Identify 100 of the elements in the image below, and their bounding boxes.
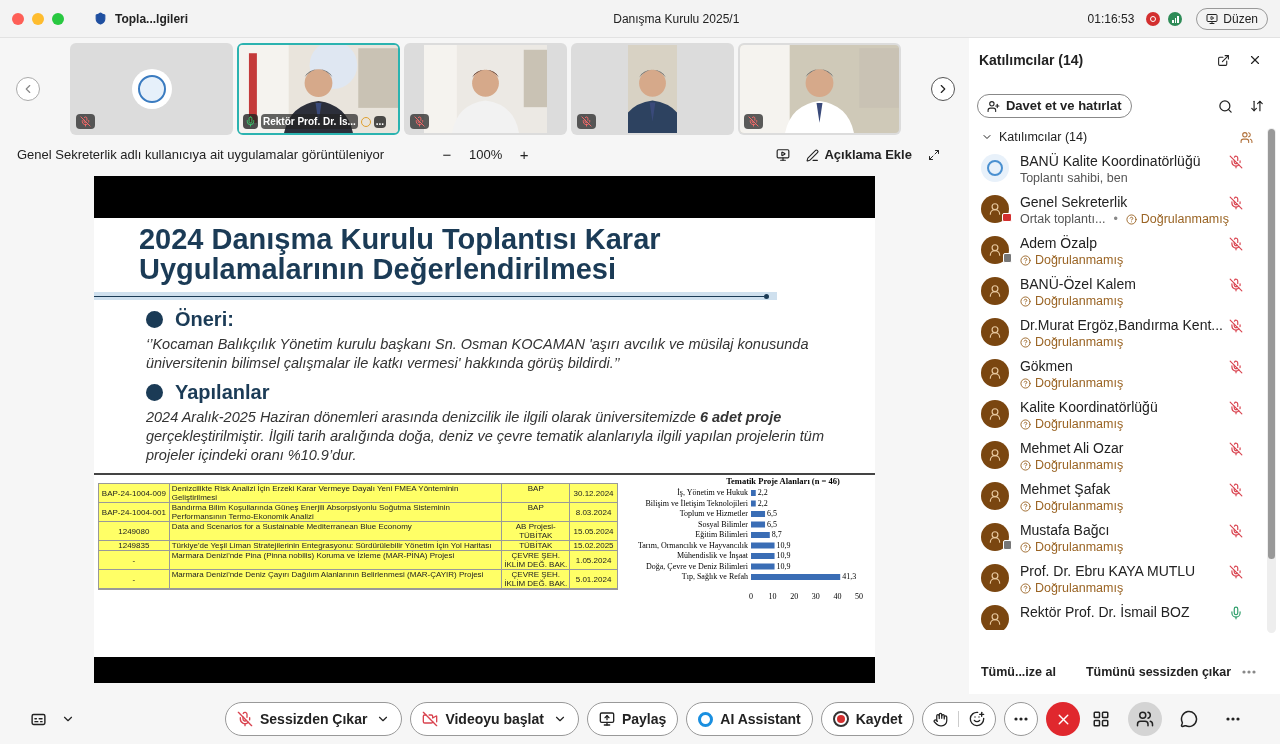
avatar [980, 605, 1009, 630]
table-cell: ÇEVRE ŞEH. İKLİM DEĞ. BAK. [501, 570, 570, 588]
category-label: Bilişim ve İletişim Teknolojileri [645, 498, 748, 508]
logo-icon [131, 69, 172, 109]
video-tile[interactable] [571, 43, 734, 135]
table-cell: ÇEVRE ŞEH. İKLİM DEĞ. BAK. [501, 551, 570, 569]
unmute-all-button[interactable]: Tümünü sessizden çıkar [1085, 662, 1232, 682]
mute-all-button[interactable]: Tümü...ize al [980, 662, 1056, 682]
category-label: Mühendislik ve İnşaat [676, 551, 748, 560]
table-cell-text: 1249835 [117, 541, 151, 550]
avatar [980, 400, 1009, 428]
more-icon [1014, 717, 1029, 721]
status-text: Doğrulanmamış [1034, 416, 1124, 433]
table-cell-text: BAP-24-1004-009 [100, 487, 167, 500]
value-label: 2,2 [757, 488, 768, 497]
help-icon [1019, 419, 1031, 430]
status-text: Doğrulanmamış [1034, 539, 1124, 556]
help-icon [1019, 501, 1031, 512]
help-icon [1019, 460, 1031, 471]
status-text: Doğrulanmamış [1034, 293, 1124, 310]
avatar [980, 318, 1009, 346]
bar [750, 511, 765, 517]
bar [750, 521, 765, 528]
pen-icon [806, 148, 820, 162]
avatar [980, 482, 1009, 510]
video-tile[interactable]: Rektör Prof. Dr. İs... ... [237, 43, 400, 135]
tick-label: 0 [748, 592, 753, 601]
toolbar-button[interactable]: Videoyu başlat [410, 702, 579, 736]
search-icon[interactable] [1218, 98, 1233, 114]
users-icon[interactable] [1240, 130, 1253, 144]
status-text: Doğrulanmamış [1034, 498, 1124, 515]
sort-icon[interactable] [1250, 99, 1264, 113]
tick-label: 20 [790, 592, 799, 601]
table-cell-text: - [131, 554, 137, 567]
panel-title: Katılımcılar (14) [978, 50, 1085, 70]
table-cell: 8.03.2024 [569, 503, 617, 521]
slide-title: 2024 Danışma Kurulu Toplantısı Karar Uygulamalarının Değerlendirilmesi [137, 222, 662, 284]
value-label: 10,9 [776, 540, 791, 550]
remote-control-icon[interactable] [776, 148, 791, 162]
avatar [980, 564, 1009, 592]
add-user-icon [986, 99, 1000, 113]
pop-out-icon[interactable] [1217, 53, 1230, 67]
table-cell: Türkiye'de Yeşil Liman Stratejilerinin Entegrasyonu: Sürdürülebilir Yönetim İçin Yol Haritası [168, 541, 502, 550]
help-icon [1125, 214, 1137, 225]
avatar [980, 523, 1009, 551]
avatar [980, 236, 1009, 264]
participant-note: Ortak toplantı... [1019, 211, 1106, 228]
table-cell-text: - [131, 573, 137, 586]
participant-name: BANÜ-Özel Kalem [1019, 275, 1137, 293]
status-text: Doğrulanmamış [1034, 334, 1124, 351]
reactions-button[interactable] [922, 702, 997, 736]
zoom-out-button[interactable]: − [437, 143, 457, 167]
next-button[interactable] [931, 77, 955, 101]
section-text: 2024 Aralık-2025 Haziran dönemleri arasında denizcilik ile ilgili olarak üniversitemizde 6 adet proje gerçekleştirilmiştir. İlgili tarih aralığında doğa, deniz ve çevre tematik alanlarıyla ilgili yapılan projelerin tüm projeler içindeki oranı %10.9’dur. [145, 408, 825, 465]
value-label: 8,7 [771, 530, 782, 539]
participant-name: Rektör Prof. Dr. İsmail BOZ [1019, 603, 1191, 621]
fullscreen-icon[interactable] [927, 149, 940, 161]
table-cell: Marmara Denizi'nde Pina (Pinna nobilis) Koruma ve İzleme (MAR-PİNA) Projesi [168, 551, 502, 569]
table-cell: BAP [501, 503, 570, 521]
help-icon [1019, 337, 1031, 348]
close-window-button[interactable] [12, 12, 24, 25]
avatar [980, 154, 1009, 182]
video-tile[interactable] [404, 43, 567, 135]
table-cell-text: BAP-24-1004-001 [100, 506, 167, 519]
chart-title: Tematik Proje Alanları (n = 46) [726, 476, 840, 486]
value-label: 10,9 [776, 551, 791, 560]
avatar [980, 359, 1009, 387]
category-label: Tıp, Sağlık ve Refah [681, 572, 748, 581]
table-cell: Bandırma Bilim Koşullarında Güneş Enerjili Absorpsiyonlu Soğutma Sisteminin Performansının Termo-Ekonomik Analizi [168, 503, 502, 521]
table-cell: 5.01.2024 [569, 570, 617, 588]
toolbar-button[interactable]: Sessizden Çıkar [225, 702, 403, 736]
leave-button[interactable] [1046, 702, 1081, 736]
annotate-button[interactable]: Açıklama Ekle [806, 145, 912, 165]
video-off-icon [422, 711, 439, 727]
status-text: Doğrulanmamış [1140, 211, 1229, 228]
more-button[interactable] [1004, 702, 1039, 736]
value-label: 6,5 [767, 509, 777, 518]
group-header[interactable]: Katılımcılar (14) [980, 127, 1088, 147]
shield-icon [94, 12, 107, 25]
category-label: Eğitim Bilimleri [695, 530, 748, 539]
zoom-in-button[interactable]: + [514, 143, 535, 167]
close-icon[interactable] [1248, 53, 1262, 67]
avatar [980, 277, 1009, 305]
video-tile[interactable] [70, 43, 233, 135]
participant-name: Genel Sekreterlik [1019, 193, 1129, 211]
toolbar-button[interactable]: AI Assistant [686, 702, 813, 736]
more-icon[interactable] [1242, 670, 1256, 674]
share-icon [598, 711, 615, 727]
toolbar-button[interactable]: Paylaş [586, 702, 679, 736]
participant-name: Mehmet Şafak [1019, 480, 1112, 498]
value-label: 10,9 [776, 561, 791, 571]
help-icon [1019, 378, 1031, 389]
zoom-level: 100% [469, 146, 503, 165]
status-text: Doğrulanmamış [1034, 457, 1124, 474]
toolbar-button[interactable]: Kaydet [820, 702, 915, 736]
toolbar-toggle[interactable] [1128, 702, 1162, 736]
meeting-info-link[interactable]: Topla...lgileri [115, 9, 415, 28]
hand-icon [933, 711, 949, 727]
participants-icon [1136, 710, 1154, 728]
table-cell: BAP [501, 484, 570, 502]
